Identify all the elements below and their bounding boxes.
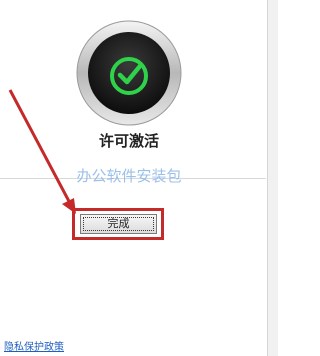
scrollbar[interactable] (267, 0, 278, 356)
check-circle-icon (76, 20, 182, 126)
finish-button[interactable]: 完成 (80, 214, 157, 234)
watermark-text: 办公软件安装包 (76, 167, 182, 185)
activation-status-title: 许可激活 (98, 132, 159, 150)
privacy-policy-link[interactable]: 隐私保护政策 (4, 338, 64, 353)
